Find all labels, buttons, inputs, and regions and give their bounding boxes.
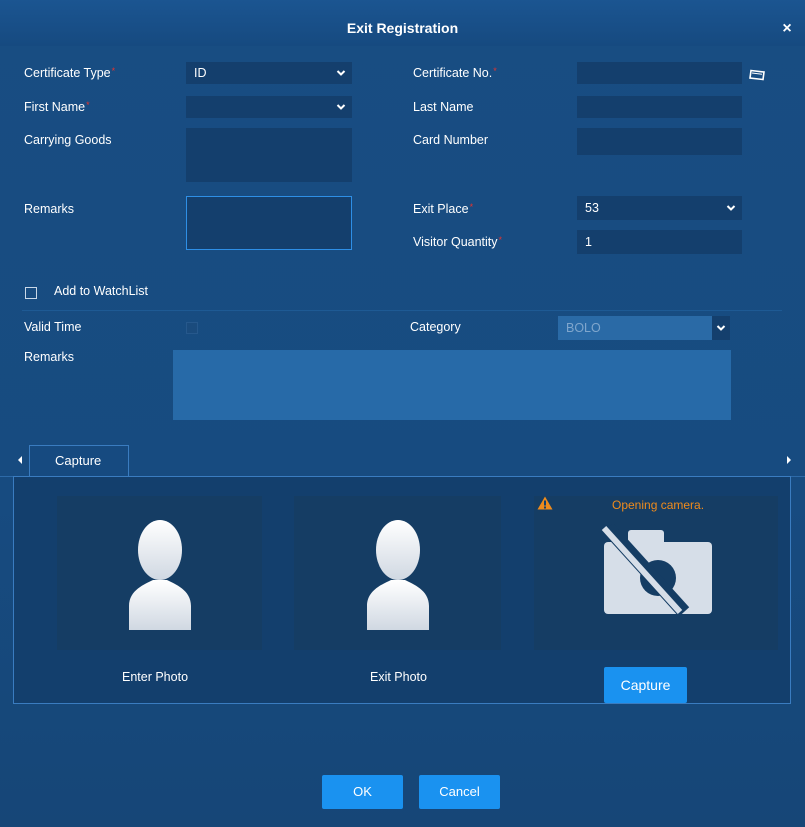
last-name-input[interactable] xyxy=(577,96,742,118)
exit-place-label: Exit Place* xyxy=(413,202,474,216)
valid-time-checkbox[interactable] xyxy=(186,322,198,334)
watchlist-remarks-label: Remarks xyxy=(24,350,75,364)
remarks-input[interactable] xyxy=(186,196,352,250)
category-dropdown-button xyxy=(712,316,730,340)
scroll-left-icon[interactable] xyxy=(16,455,24,465)
exit-photo-label: Exit Photo xyxy=(370,670,427,684)
capture-button[interactable]: Capture xyxy=(604,667,687,703)
category-select[interactable]: BOLO xyxy=(558,316,730,340)
certificate-type-value: ID xyxy=(194,66,207,80)
cancel-button[interactable]: Cancel xyxy=(419,775,500,809)
exit-place-select[interactable]: 53 xyxy=(577,196,742,220)
card-reader-icon[interactable] xyxy=(748,69,766,81)
category-label: Category xyxy=(410,320,461,334)
remarks-label: Remarks xyxy=(24,202,75,216)
enter-photo-label: Enter Photo xyxy=(122,670,189,684)
chevron-down-icon xyxy=(726,205,736,211)
card-number-input[interactable] xyxy=(577,128,742,155)
certificate-type-label: Certificate Type* xyxy=(24,66,116,80)
carrying-goods-input[interactable] xyxy=(186,128,352,182)
exit-photo-box xyxy=(294,496,501,650)
card-number-label: Card Number xyxy=(413,133,489,147)
visitor-quantity-input[interactable]: 1 xyxy=(577,230,742,254)
first-name-label: First Name* xyxy=(24,100,90,114)
certificate-type-select[interactable]: ID xyxy=(186,62,352,84)
chevron-down-icon xyxy=(336,70,346,76)
valid-time-label: Valid Time xyxy=(24,320,82,334)
watchlist-remarks-input[interactable] xyxy=(173,350,731,420)
tab-capture[interactable]: Capture xyxy=(29,445,129,476)
chevron-down-icon xyxy=(336,104,346,110)
certificate-no-label: Certificate No.* xyxy=(413,66,497,80)
exit-place-value: 53 xyxy=(585,201,599,215)
close-icon[interactable]: × xyxy=(779,20,795,38)
visitor-quantity-label: Visitor Quantity* xyxy=(413,235,503,249)
category-value: BOLO xyxy=(566,321,601,335)
camera-status-text: Opening camera. xyxy=(612,498,705,512)
add-to-watchlist-label: Add to WatchList xyxy=(54,284,149,298)
person-silhouette-icon xyxy=(129,520,191,630)
person-silhouette-icon xyxy=(367,520,429,630)
warning-icon xyxy=(537,496,553,510)
dialog-title: Exit Registration xyxy=(346,20,459,36)
last-name-label: Last Name xyxy=(413,100,474,114)
exit-registration-dialog: Exit Registration × Certificate Type* ID… xyxy=(0,0,805,827)
camera-off-icon xyxy=(601,524,712,614)
ok-button[interactable]: OK xyxy=(322,775,403,809)
carrying-goods-label: Carrying Goods xyxy=(24,133,112,147)
camera-view-box xyxy=(534,496,778,650)
enter-photo-box xyxy=(57,496,262,650)
certificate-no-input[interactable] xyxy=(577,62,742,84)
add-to-watchlist-checkbox[interactable] xyxy=(25,287,37,299)
scroll-right-icon[interactable] xyxy=(785,455,793,465)
first-name-select[interactable] xyxy=(186,96,352,118)
chevron-down-icon xyxy=(716,325,726,331)
section-divider xyxy=(22,310,782,311)
